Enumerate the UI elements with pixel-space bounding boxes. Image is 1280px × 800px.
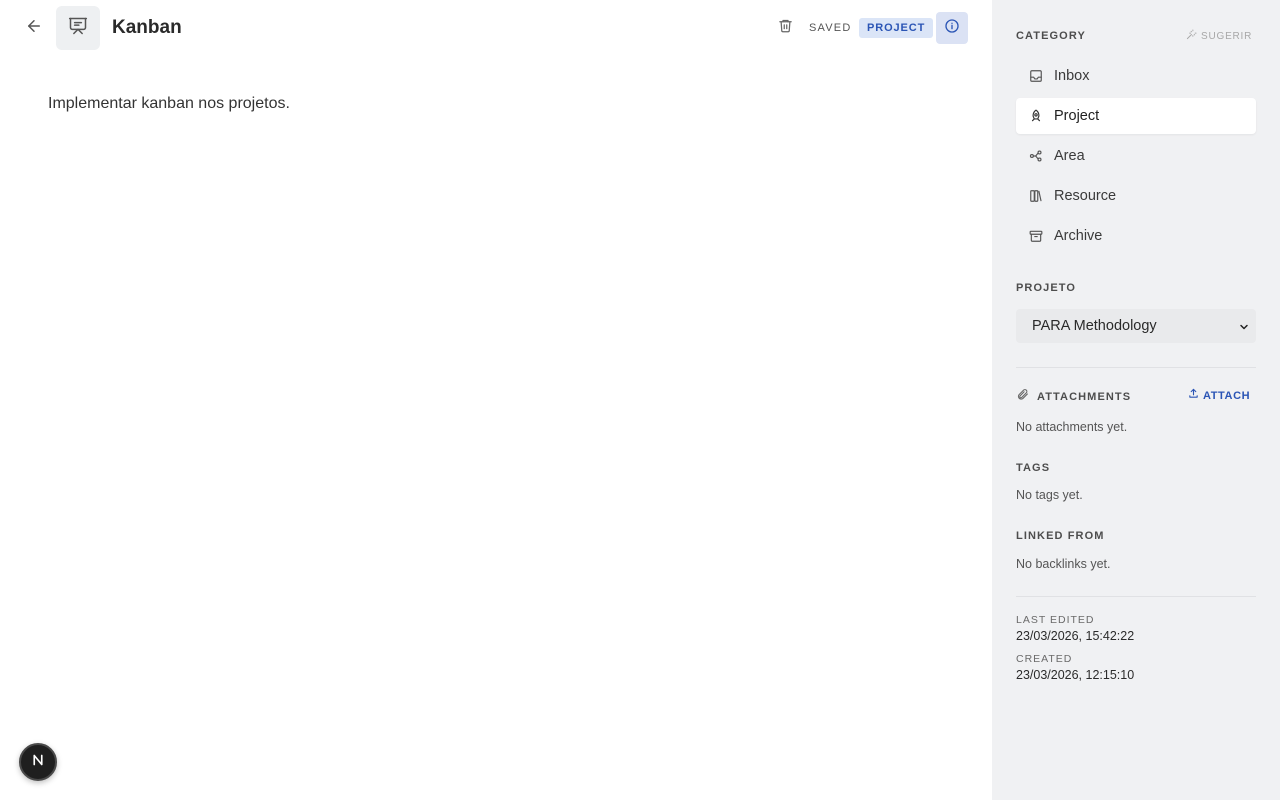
category-label: Resource <box>1054 188 1117 204</box>
category-item-inbox[interactable]: Inbox <box>1016 58 1256 94</box>
presentation-icon <box>68 16 88 41</box>
category-label: Archive <box>1054 228 1103 244</box>
category-label: Project <box>1054 108 1100 124</box>
category-heading: CATEGORY <box>1016 30 1086 42</box>
attach-button[interactable]: ATTACH <box>1188 388 1250 403</box>
suggest-button[interactable]: SUGERIR <box>1186 29 1252 44</box>
info-icon <box>944 18 960 39</box>
library-icon <box>1028 188 1044 204</box>
divider <box>1016 367 1256 368</box>
trash-icon <box>778 18 793 38</box>
attachments-heading: ATTACHMENTS <box>1016 388 1131 406</box>
last-edited-value: 23/03/2026, 15:42:22 <box>1016 629 1135 643</box>
divider <box>1016 596 1256 597</box>
paperclip-icon <box>1016 388 1029 406</box>
category-item-area[interactable]: Area <box>1016 138 1256 174</box>
tags-empty: No tags yet. <box>1016 488 1083 502</box>
last-edited-label: LAST EDITED <box>1016 614 1095 626</box>
suggest-label: SUGERIR <box>1201 30 1253 42</box>
created-label: CREATED <box>1016 653 1073 665</box>
attachments-label: ATTACHMENTS <box>1037 391 1132 403</box>
linked-from-heading: LINKED FROM <box>1016 530 1105 542</box>
save-status: SAVED <box>809 22 852 34</box>
dev-tools-button[interactable] <box>19 743 57 781</box>
project-select-value: PARA Methodology <box>1032 318 1157 334</box>
tags-heading: TAGS <box>1016 462 1051 474</box>
wand-icon <box>1186 29 1197 44</box>
created-value: 23/03/2026, 12:15:10 <box>1016 668 1135 682</box>
arrow-left-icon <box>25 17 43 40</box>
back-button[interactable] <box>20 14 48 42</box>
network-icon <box>1028 148 1044 164</box>
category-label: Area <box>1054 148 1085 164</box>
archive-icon <box>1028 228 1044 244</box>
category-item-project[interactable]: Project <box>1016 98 1256 134</box>
rocket-icon <box>1028 108 1044 124</box>
category-item-resource[interactable]: Resource <box>1016 178 1256 214</box>
category-label: Inbox <box>1054 68 1090 84</box>
attachments-empty: No attachments yet. <box>1016 420 1128 434</box>
project-heading: PROJETO <box>1016 282 1077 294</box>
category-item-archive[interactable]: Archive <box>1016 218 1256 254</box>
inbox-icon <box>1028 68 1044 84</box>
document-type-icon <box>56 6 100 50</box>
properties-sidebar: CATEGORY SUGERIR Inbox Project Area Reso… <box>992 0 1280 800</box>
info-button[interactable] <box>936 12 968 44</box>
backlinks-empty: No backlinks yet. <box>1016 557 1111 571</box>
document-body[interactable]: Implementar kanban nos projetos. <box>48 93 948 115</box>
n-logo-icon <box>29 751 47 774</box>
category-badge: PROJECT <box>859 18 934 38</box>
app-window: Kanban SAVED PROJECT Implementar kanban … <box>0 0 1280 800</box>
main-content: Kanban SAVED PROJECT Implementar kanban … <box>0 0 992 800</box>
page-title[interactable]: Kanban <box>112 16 182 40</box>
delete-button[interactable] <box>774 17 796 39</box>
project-select[interactable]: PARA Methodology <box>1016 309 1256 343</box>
top-bar: Kanban SAVED PROJECT <box>0 0 992 56</box>
upload-icon <box>1188 388 1199 403</box>
category-list: Inbox Project Area Resource Archive <box>1016 58 1256 258</box>
chevron-down-icon <box>1238 320 1250 338</box>
attach-label: ATTACH <box>1203 389 1251 402</box>
